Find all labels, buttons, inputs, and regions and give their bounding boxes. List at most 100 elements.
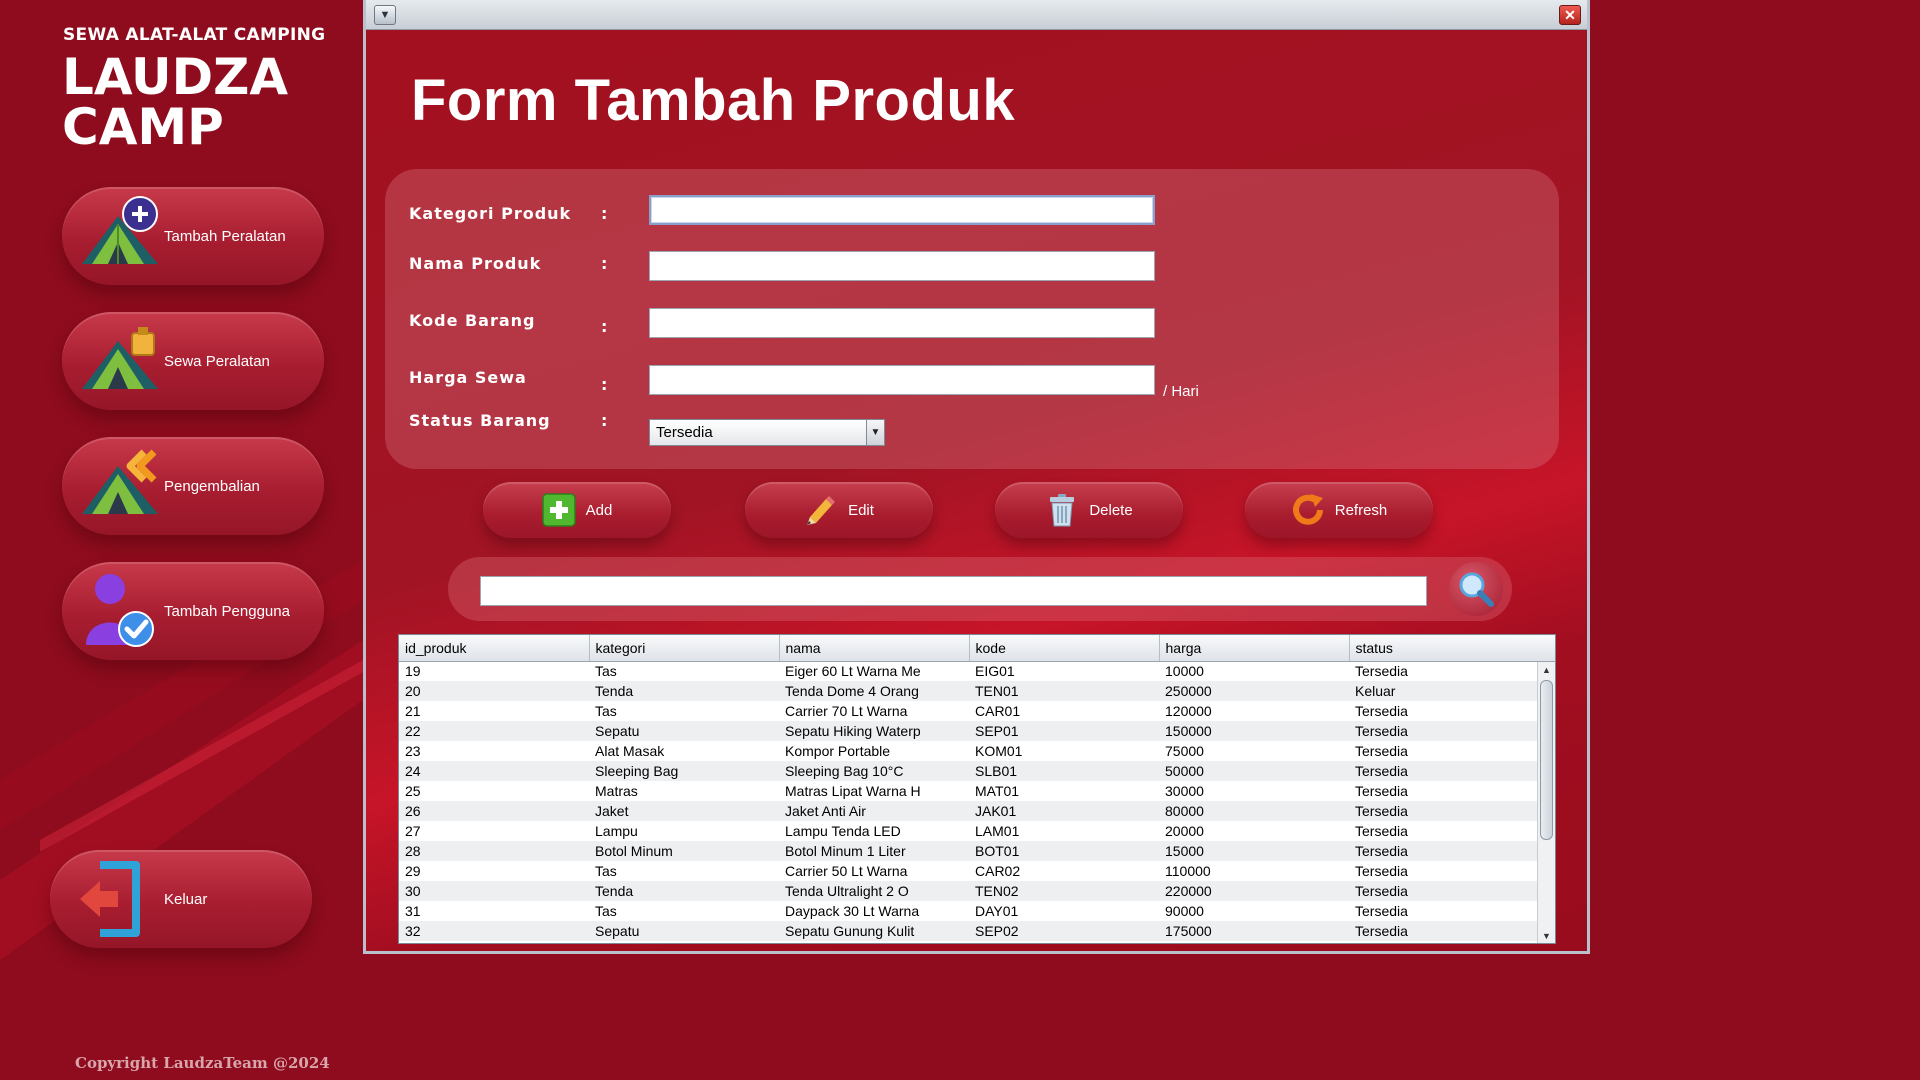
table-row[interactable]: 21 Tas Carrier 70 Lt Warna CAR01 120000 Terse… (399, 701, 1537, 721)
table-cell-status: Tersedia (1355, 703, 1408, 719)
scrollbar-thumb[interactable] (1540, 680, 1553, 840)
refresh-button-label: Refresh (1334, 501, 1388, 519)
window-content: Form Tambah Produk Kategori Produk : Nam… (366, 30, 1587, 951)
search-button[interactable] (1449, 562, 1503, 616)
table-cell-kategori: Tas (595, 663, 617, 680)
status-barang-select[interactable]: Tersedia ▼ (649, 419, 885, 446)
table-row[interactable]: 30 Tenda Tenda Ultralight 2 O TEN02 220000 Te… (399, 881, 1537, 901)
edit-button-label: Edit (848, 501, 874, 519)
table-cell-id_produk: 20 (399, 681, 589, 701)
table-cell-harga: 50000 (1159, 761, 1349, 781)
table-row[interactable]: 25 Matras Matras Lipat Warna H MAT01 30000 Te… (399, 781, 1537, 801)
logout-icon (80, 861, 140, 937)
search-input[interactable] (480, 576, 1427, 606)
table-cell-id_produk: 31 (405, 903, 421, 919)
edit-button[interactable]: Edit (745, 482, 933, 538)
sidebar-item-sewa-peralatan[interactable]: Sewa Peralatan (62, 312, 324, 410)
label-harga-sewa: Harga Sewa (409, 368, 527, 387)
table-row[interactable]: 28 Botol Minum Botol Minum 1 Liter BOT01 150… (399, 841, 1537, 861)
table-cell-id_produk: 28 (399, 841, 589, 861)
status-barang-value: Tersedia (656, 424, 713, 441)
table-cell-nama: Sepatu Gunung Kulit (779, 921, 969, 941)
table-row[interactable]: 29 Tas Carrier 50 Lt Warna CAR02 110000 Terse… (399, 861, 1537, 881)
sidebar-item-pengembalian[interactable]: Pengembalian (62, 437, 324, 535)
sidebar-item-tambah-peralatan[interactable]: Tambah Peralatan (62, 187, 324, 285)
close-icon[interactable]: ✕ (1559, 5, 1581, 25)
chevron-down-icon[interactable]: ▼ (866, 420, 884, 445)
sidebar-item-label: Sewa Peralatan (164, 352, 270, 370)
table-cell-harga: 250000 (1159, 681, 1349, 701)
table-row[interactable]: 22 Sepatu Sepatu Hiking Waterp SEP01 150000 T… (399, 721, 1537, 741)
column-header[interactable]: harga (1159, 635, 1350, 662)
delete-button[interactable]: Delete (995, 482, 1183, 538)
table-cell-id_produk: 25 (405, 783, 421, 799)
add-button[interactable]: Add (483, 482, 671, 538)
table-row[interactable]: 23 Alat Masak Kompor Portable KOM01 75000 Ter… (399, 741, 1537, 761)
table-cell-nama: Daypack 30 Lt Warna (785, 903, 920, 919)
form-window: ▼ ✕ Form Tambah Produk Kategori Produk :… (363, 0, 1590, 954)
table-cell-harga: 175000 (1159, 921, 1349, 941)
table-cell-id_produk: 23 (405, 743, 421, 759)
kode-barang-input[interactable] (649, 308, 1155, 338)
table-cell-harga: 15000 (1159, 841, 1349, 861)
kategori-produk-input[interactable] (649, 195, 1155, 225)
table-row[interactable]: 19 Tas Eiger 60 Lt Warna Me EIG01 10000 Terse… (399, 661, 1537, 681)
tent-add-icon (82, 196, 158, 264)
chevron-down-icon[interactable]: ▼ (374, 5, 396, 25)
harga-sewa-input[interactable] (649, 365, 1155, 395)
column-header[interactable]: kode (969, 635, 1160, 662)
colon: : (601, 375, 608, 394)
table-cell-harga: 10000 (1165, 663, 1204, 680)
table-cell-kategori: Lampu (595, 823, 638, 839)
table-cell-harga: 80000 (1159, 801, 1349, 821)
table-cell-harga: 75000 (1165, 743, 1204, 759)
column-header[interactable]: status (1349, 635, 1538, 662)
column-header[interactable]: id_produk (399, 635, 590, 662)
column-header[interactable]: kategori (589, 635, 780, 662)
scroll-down-icon[interactable]: ▼ (1538, 928, 1555, 943)
table-cell-nama: Lampu Tenda LED (785, 823, 901, 839)
window-titlebar[interactable]: ▼ ✕ (366, 0, 1587, 30)
table-cell-kategori: Botol Minum (589, 841, 779, 861)
sidebar-item-tambah-pengguna[interactable]: Tambah Pengguna (62, 562, 324, 660)
table-cell-nama: Eiger 60 Lt Warna Me (785, 663, 921, 680)
pencil-icon (807, 496, 836, 525)
table-cell-kategori: Sepatu (589, 721, 779, 741)
table-cell-kode: EIG01 (975, 663, 1015, 680)
table-row[interactable]: 24 Sleeping Bag Sleeping Bag 10°C SLB01 5000… (399, 761, 1537, 781)
colon: : (601, 317, 608, 336)
table-row[interactable]: 31 Tas Daypack 30 Lt Warna DAY01 90000 Tersed… (399, 901, 1537, 921)
table-cell-nama: Carrier 70 Lt Warna (785, 703, 908, 719)
table-cell-kode: DAY01 (975, 903, 1019, 919)
products-table[interactable]: id_produk kategori nama kode harga statu… (398, 634, 1556, 944)
nama-produk-input[interactable] (649, 251, 1155, 281)
label-status-barang: Status Barang (409, 411, 551, 430)
price-suffix: / Hari (1163, 383, 1199, 400)
refresh-button[interactable]: Refresh (1245, 482, 1433, 538)
table-cell-harga: 20000 (1165, 823, 1204, 839)
logout-button[interactable]: Keluar (50, 850, 312, 948)
add-button-label: Add (585, 501, 613, 519)
table-cell-nama: Carrier 50 Lt Warna (785, 863, 908, 879)
table-cell-status: Tersedia (1349, 841, 1537, 861)
table-row[interactable]: 27 Lampu Lampu Tenda LED LAM01 20000 Tersedia (399, 821, 1537, 841)
table-cell-id_produk: 29 (405, 863, 421, 879)
table-cell-kategori: Tas (595, 703, 617, 719)
table-cell-status: Tersedia (1355, 903, 1408, 919)
scroll-up-icon[interactable]: ▲ (1538, 662, 1555, 678)
column-header[interactable]: nama (779, 635, 970, 662)
table-row[interactable]: 20 Tenda Tenda Dome 4 Orang TEN01 250000 Kelu… (399, 681, 1537, 701)
table-row[interactable]: 32 Sepatu Sepatu Gunung Kulit SEP02 175000 Te… (399, 921, 1537, 941)
table-cell-kode: TEN01 (969, 681, 1159, 701)
table-row[interactable]: 26 Jaket Jaket Anti Air JAK01 80000 Tersedia (399, 801, 1537, 821)
table-scrollbar[interactable]: ▲ ▼ (1537, 662, 1555, 943)
table-cell-nama: Tenda Dome 4 Orang (779, 681, 969, 701)
brand-subtitle: SEWA ALAT-ALAT CAMPING (63, 25, 326, 45)
logout-label: Keluar (164, 890, 208, 908)
table-body: 19 Tas Eiger 60 Lt Warna Me EIG01 10000 Terse… (399, 661, 1537, 941)
table-cell-id_produk: 26 (399, 801, 589, 821)
table-cell-status: Tersedia (1355, 663, 1408, 680)
table-cell-kode: CAR02 (975, 863, 1021, 879)
sidebar-item-label: Pengembalian (164, 477, 260, 495)
table-header-row: id_produk kategori nama kode harga statu… (399, 635, 1538, 662)
